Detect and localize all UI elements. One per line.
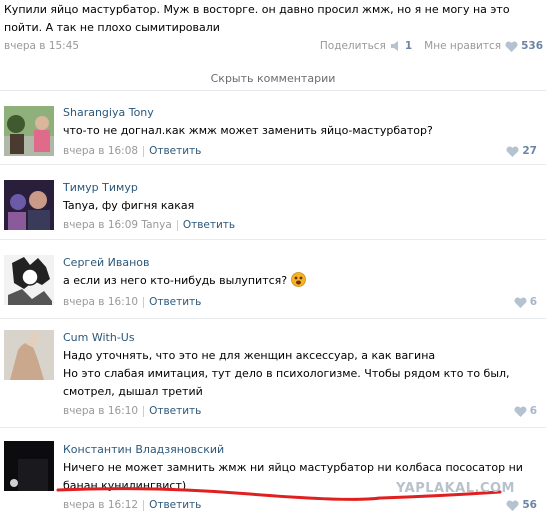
watermark: YAPLAKAL.COM: [396, 481, 515, 496]
divider: [176, 219, 178, 231]
share-button[interactable]: Поделиться: [320, 40, 386, 52]
comment-text: Tanya, фу фигня какая: [63, 199, 195, 212]
like-button[interactable]: Мне нравится: [424, 40, 501, 52]
comment-text-line2: Но это слабая имитация, тут дело в психо…: [63, 367, 510, 398]
like-count: 56: [522, 499, 537, 511]
post-text: Купили яйцо мастурбатор. Муж в восторге.…: [4, 3, 510, 34]
comment-text: а если из него кто-нибудь вылупится?: [63, 272, 533, 290]
comment-meta: вчера в 16:09 Tanya Ответить: [63, 219, 235, 231]
comment-author[interactable]: Константин Владзяновский: [63, 443, 224, 456]
avatar[interactable]: [4, 330, 54, 380]
comment-meta: вчера в 16:08 Ответить: [63, 145, 201, 157]
divider: [143, 499, 145, 511]
heart-icon[interactable]: [505, 40, 518, 52]
comment-like[interactable]: 27: [502, 145, 537, 157]
comment-item: Cum With-Us Надо уточнять, что это не дл…: [0, 321, 546, 428]
comment-date[interactable]: вчера в 16:10: [63, 405, 138, 417]
divider: [143, 296, 145, 308]
like-count: 536: [521, 40, 543, 52]
reply-button[interactable]: Ответить: [149, 145, 201, 157]
speaker-icon[interactable]: [390, 41, 402, 51]
comment-date[interactable]: вчера в 16:08: [63, 145, 138, 157]
share-count: 1: [404, 40, 413, 52]
comment-author[interactable]: Тимур Тимур: [63, 181, 138, 194]
heart-icon[interactable]: [506, 145, 519, 157]
like-count: 27: [522, 145, 537, 157]
comment-date[interactable]: вчера в 16:12: [63, 499, 138, 511]
reply-button[interactable]: Ответить: [149, 405, 201, 417]
divider: [143, 405, 145, 417]
comment-date[interactable]: вчера в 16:10: [63, 296, 138, 308]
comment-text-line1: Надо уточнять, что это не для женщин акс…: [63, 349, 436, 362]
comment-like[interactable]: 6: [510, 296, 537, 308]
comment-like[interactable]: 56: [502, 499, 537, 511]
emoji-icon: [290, 272, 306, 287]
avatar[interactable]: [4, 180, 54, 230]
heart-icon[interactable]: [506, 499, 519, 511]
like-count: 6: [529, 296, 537, 308]
comment-meta: вчера в 16:10 Ответить: [63, 405, 201, 417]
reply-button[interactable]: Ответить: [183, 219, 235, 231]
comment-date[interactable]: вчера в 16:09 Tanya: [63, 219, 172, 231]
avatar[interactable]: [4, 441, 54, 491]
reply-button[interactable]: Ответить: [149, 499, 201, 511]
post-actions: Поделиться 1 Мне нравится 536: [320, 40, 543, 52]
comment-meta: вчера в 16:12 Ответить: [63, 499, 201, 511]
post-date[interactable]: вчера в 15:45: [4, 40, 79, 52]
heart-icon[interactable]: [514, 296, 527, 308]
comment-like[interactable]: 6: [510, 405, 537, 417]
comment-author[interactable]: Сергей Иванов: [63, 256, 149, 269]
like-count: 6: [529, 405, 537, 417]
comment-item: Sharangiya Tony что-то не догнал.как жмж…: [0, 96, 546, 165]
comment-item: Константин Владзяновский Ничего не может…: [0, 432, 546, 519]
avatar[interactable]: [4, 106, 54, 156]
heart-icon[interactable]: [514, 405, 527, 417]
comment-author[interactable]: Cum With-Us: [63, 331, 135, 344]
comment-item: Тимур Тимур Tanya, фу фигня какая вчера …: [0, 171, 546, 240]
hide-comments-button[interactable]: Скрыть комментарии: [0, 68, 546, 91]
reply-button[interactable]: Ответить: [149, 296, 201, 308]
comment-item: Сергей Иванов а если из него кто-нибудь …: [0, 246, 546, 319]
avatar[interactable]: [4, 255, 54, 305]
comment-author[interactable]: Sharangiya Tony: [63, 106, 154, 119]
comment-text: что-то не догнал.как жмж может заменить …: [63, 124, 433, 137]
comment-text-content: а если из него кто-нибудь вылупится?: [63, 274, 288, 287]
comment-meta: вчера в 16:10 Ответить: [63, 296, 201, 308]
divider: [143, 145, 145, 157]
